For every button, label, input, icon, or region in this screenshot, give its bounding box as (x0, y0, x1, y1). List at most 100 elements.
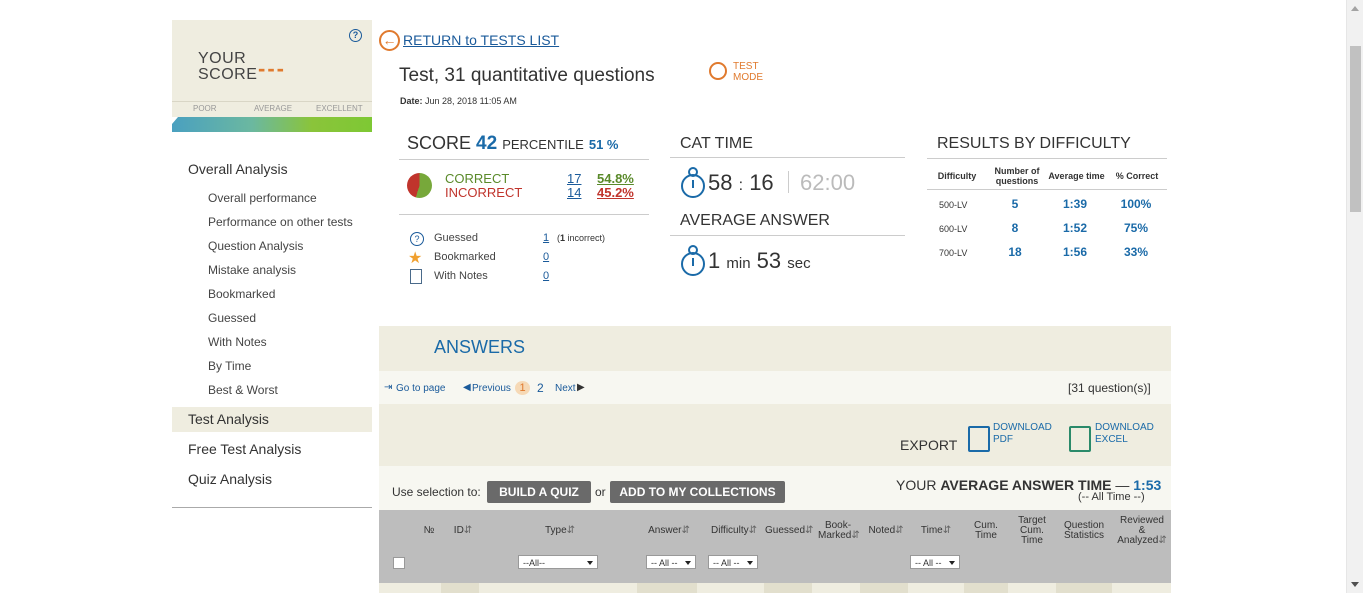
incorrect-count-link[interactable]: 14 (567, 185, 581, 200)
select-all-checkbox[interactable] (393, 557, 405, 569)
col-answer[interactable]: Answer⇵ (646, 526, 692, 536)
diff-row-pct: 100% (1120, 197, 1152, 211)
go-to-page-link[interactable]: Go to page (396, 383, 445, 394)
nav-overall-analysis[interactable]: Overall Analysis (188, 161, 288, 177)
download-excel-line-2[interactable]: EXCEL (1095, 434, 1154, 446)
nav-free-test-analysis[interactable]: Free Test Analysis (188, 441, 301, 457)
correct-label: CORRECT (445, 171, 510, 186)
col-type[interactable]: Type⇵ (540, 526, 580, 536)
test-date: Date: Jun 28, 2018 11:05 AM (400, 96, 517, 106)
test-title: Test, 31 quantitative questions (399, 65, 655, 86)
score-value: 42 (476, 133, 498, 154)
incorrect-percent: 45.2% (597, 185, 634, 200)
nav-guessed[interactable]: Guessed (208, 311, 256, 325)
col-reviewed-analyzed[interactable]: Reviewed & Analyzed⇵ (1114, 516, 1170, 546)
col-id[interactable]: ID⇵ (450, 526, 476, 536)
col-bookmarked-label: Marked (818, 530, 852, 541)
col-reviewed-label: Analyzed (1117, 535, 1159, 546)
nav-test-analysis[interactable]: Test Analysis (188, 411, 269, 427)
sort-icon[interactable]: ⇵ (895, 525, 903, 536)
guessed-link[interactable]: 1 (543, 232, 549, 244)
sort-icon[interactable]: ⇵ (943, 525, 951, 536)
notes-link[interactable]: 0 (543, 270, 549, 282)
sort-icon[interactable]: ⇵ (567, 525, 575, 536)
nav-with-notes[interactable]: With Notes (208, 335, 267, 349)
col-difficulty[interactable]: Difficulty⇵ (707, 526, 761, 536)
cat-sec: 16 (749, 170, 774, 195)
add-to-collections-button[interactable]: ADD TO MY COLLECTIONS (610, 481, 785, 503)
next-arrow-icon[interactable]: ▶ (577, 382, 585, 393)
previous-arrow-icon[interactable]: ◀ (463, 382, 471, 393)
scroll-down-icon[interactable] (1351, 582, 1359, 587)
use-selection-label: Use selection to: (392, 485, 481, 499)
pdf-download-icon[interactable] (968, 426, 990, 452)
answer-filter-select[interactable]: -- All -- (646, 555, 696, 569)
scroll-thumb[interactable] (1350, 46, 1361, 212)
sort-icon[interactable]: ⇵ (464, 525, 472, 536)
nav-by-time[interactable]: By Time (208, 359, 251, 373)
download-pdf-line-2[interactable]: PDF (993, 434, 1052, 446)
avg-sec-unit: sec (787, 255, 811, 272)
col-target-line-3: Time (1021, 535, 1043, 546)
download-pdf-button[interactable]: DOWNLOAD PDF (993, 422, 1052, 446)
sort-icon[interactable]: ⇵ (681, 525, 689, 536)
go-to-page-icon[interactable]: ⇥ (384, 382, 392, 393)
nav-best-worst[interactable]: Best & Worst (208, 383, 278, 397)
excel-download-icon[interactable] (1069, 426, 1091, 452)
next-link[interactable]: Next (555, 383, 576, 394)
test-mode-label: TEST MODE (733, 61, 763, 83)
col-guessed[interactable]: Guessed⇵ (765, 526, 813, 536)
download-excel-line-1[interactable]: DOWNLOAD (1095, 422, 1154, 434)
cat-time-value: 58 : 16 (708, 170, 774, 196)
difficulty-filter-select[interactable]: -- All -- (708, 555, 758, 569)
previous-link[interactable]: Previous (472, 383, 511, 394)
sort-icon[interactable]: ⇵ (805, 525, 813, 536)
avg-min: 1 (708, 248, 721, 273)
vertical-scrollbar[interactable] (1346, 0, 1363, 593)
nav-question-analysis[interactable]: Question Analysis (208, 239, 303, 253)
back-arrow-icon[interactable]: ← (379, 30, 400, 51)
score-title: SCORE (407, 133, 472, 153)
score-label: SCORE (198, 66, 258, 83)
guessed-note-num: 1 (560, 233, 566, 243)
page-2-link[interactable]: 2 (537, 381, 544, 395)
col-bookmarked[interactable]: Book- Marked⇵ (818, 521, 860, 541)
scroll-up-icon[interactable] (1351, 6, 1359, 11)
page-current[interactable]: 1 (515, 381, 530, 395)
diff-row-pct: 75% (1123, 221, 1149, 235)
nav-bookmarked[interactable]: Bookmarked (208, 287, 275, 301)
nav-overall-performance[interactable]: Overall performance (208, 191, 317, 205)
sort-icon[interactable]: ⇵ (1158, 535, 1166, 546)
scale-poor: POOR (193, 104, 217, 113)
cat-sep: : (738, 177, 744, 194)
diff-row-time: 1:39 (1062, 197, 1088, 211)
your-score-label: YOUR SCORE (198, 51, 257, 83)
build-quiz-button[interactable]: BUILD A QUIZ (487, 481, 591, 503)
diff-row-count: 18 (1008, 245, 1022, 259)
cat-min: 58 (708, 170, 733, 195)
col-noted[interactable]: Noted⇵ (864, 526, 908, 536)
col-cum-time-line-2: Time (975, 530, 997, 541)
correct-count-link[interactable]: 17 (567, 171, 581, 186)
sort-icon[interactable]: ⇵ (749, 525, 757, 536)
score-divider (399, 159, 649, 160)
download-pdf-line-1[interactable]: DOWNLOAD (993, 422, 1052, 434)
col-type-label: Type (544, 525, 567, 536)
nav-mistake-analysis[interactable]: Mistake analysis (208, 263, 296, 277)
sort-icon[interactable]: ⇵ (851, 530, 859, 541)
help-icon[interactable]: ? (349, 29, 362, 42)
type-filter-select[interactable]: --All-- (518, 555, 598, 569)
percentile-value: 51 % (588, 137, 619, 152)
col-time[interactable]: Time⇵ (916, 526, 956, 536)
avg-answer-divider (670, 235, 905, 236)
avg-sec: 53 (756, 248, 782, 273)
time-filter-select[interactable]: -- All -- (910, 555, 960, 569)
nav-performance-other-tests[interactable]: Performance on other tests (208, 215, 353, 229)
difficulty-header-divider (927, 189, 1167, 190)
nav-quiz-analysis[interactable]: Quiz Analysis (188, 471, 272, 487)
return-to-tests-link[interactable]: RETURN to TESTS LIST (403, 32, 559, 48)
cat-time-limit: 62:00 (800, 170, 856, 195)
download-excel-button[interactable]: DOWNLOAD EXCEL (1095, 422, 1154, 446)
correct-incorrect-pie (407, 173, 432, 198)
bookmarked-link[interactable]: 0 (543, 251, 549, 263)
